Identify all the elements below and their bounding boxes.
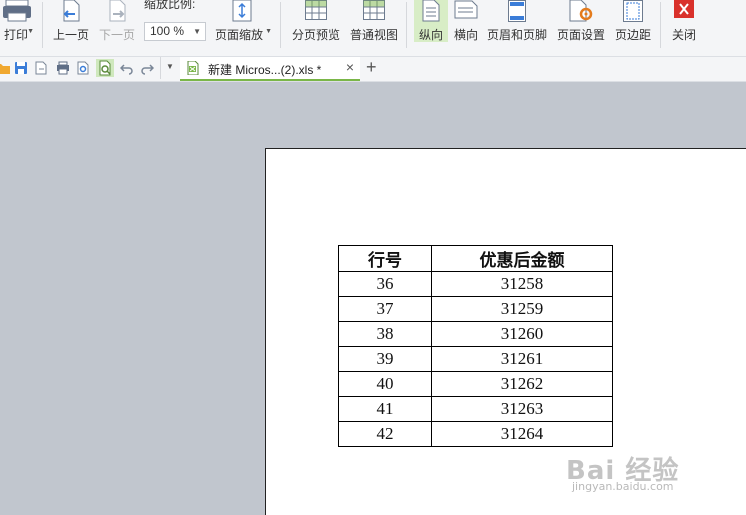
open-folder-icon[interactable] (0, 61, 10, 75)
header-footer-button[interactable]: 页眉和页脚 (486, 0, 548, 56)
amount-cell: 31261 (431, 346, 613, 372)
next-page-button[interactable]: 下一页 (96, 0, 138, 56)
document-tab-title: 新建 Micros...(2).xls * (208, 63, 322, 77)
page-down-icon (109, 0, 126, 22)
header-footer-label: 页眉和页脚 (486, 28, 547, 42)
row-number-cell: 37 (338, 296, 432, 322)
zoom-ratio-label: 缩放比例: (144, 0, 196, 11)
zoom-value: 100 % (150, 24, 185, 38)
portrait-label: 纵向 (418, 28, 443, 42)
amount-cell: 31263 (431, 396, 613, 422)
preview-magnifier-icon (99, 60, 111, 76)
table-row: 39 31261 (338, 346, 613, 372)
prev-page-button[interactable]: 上一页 (50, 0, 92, 56)
landscape-button[interactable]: 横向 (450, 0, 482, 56)
close-icon (674, 0, 694, 18)
amount-cell: 31260 (431, 321, 613, 347)
page-break-preview-label: 分页预览 (291, 28, 340, 42)
new-tab-icon[interactable]: + (366, 57, 377, 78)
chevron-down-icon: ▼ (193, 27, 201, 36)
portrait-button[interactable]: 纵向 (414, 0, 448, 42)
margins-label: 页边距 (614, 28, 651, 42)
print-preview-active-button[interactable] (96, 59, 114, 77)
amount-cell: 31264 (431, 421, 613, 447)
spreadsheet-file-icon (187, 61, 199, 75)
page-break-preview-button[interactable]: 分页预览 (290, 0, 342, 56)
chevron-down-icon: ▼ (27, 28, 34, 35)
table-row: 41 31263 (338, 396, 613, 422)
export-pdf-icon[interactable] (34, 61, 48, 75)
baidu-jingyan-watermark: Bai 经验 jingyan.baidu.com (566, 450, 679, 493)
page-setup-label: 页面设置 (556, 28, 605, 42)
page-zoom-icon (232, 0, 252, 22)
zoom-ratio-select[interactable]: 100 % ▼ (144, 22, 206, 41)
separator (660, 2, 661, 48)
undo-icon[interactable] (120, 61, 134, 75)
print-icon[interactable] (56, 61, 70, 75)
table-row: 40 31262 (338, 371, 613, 397)
table-header-row: 行号 优惠后金额 (338, 245, 613, 272)
print-preview-toolbar: 打印 ▼ 上一页 下一页 缩放比例: 100 % ▼ 页面缩放 ▼ 分页预览 普… (0, 0, 746, 57)
redo-icon[interactable] (140, 61, 154, 75)
separator (406, 2, 407, 48)
save-icon[interactable] (14, 61, 28, 75)
row-number-cell: 38 (338, 321, 432, 347)
watermark-url: jingyan.baidu.com (572, 480, 674, 493)
close-preview-button[interactable]: 关闭 (666, 0, 702, 56)
landscape-page-icon (454, 0, 478, 19)
margins-icon (623, 0, 643, 22)
row-number-cell: 36 (338, 271, 432, 297)
header-footer-icon (508, 0, 526, 22)
separator (42, 2, 43, 48)
page-setup-icon (569, 0, 593, 22)
close-label: 关闭 (671, 28, 696, 42)
print-button[interactable]: 打印 ▼ (0, 0, 36, 56)
table-row: 36 31258 (338, 271, 613, 297)
portrait-page-icon (422, 0, 440, 22)
separator (280, 2, 281, 48)
printer-icon (3, 0, 31, 22)
amount-cell: 31262 (431, 371, 613, 397)
next-page-label: 下一页 (98, 28, 135, 42)
column-header-discounted-amount: 优惠后金额 (431, 245, 613, 272)
row-number-cell: 40 (338, 371, 432, 397)
close-tab-icon[interactable]: × (346, 59, 354, 75)
margins-button[interactable]: 页边距 (612, 0, 654, 56)
document-tab[interactable]: 新建 Micros...(2).xls * × (180, 57, 360, 81)
chevron-down-icon: ▼ (265, 28, 272, 35)
data-table: 行号 优惠后金额 36 31258 37 31259 38 31260 39 3… (338, 245, 613, 447)
page-up-icon (63, 0, 80, 22)
row-number-cell: 39 (338, 346, 432, 372)
normal-view-button[interactable]: 普通视图 (348, 0, 400, 56)
column-header-row-number: 行号 (338, 245, 432, 272)
table-row: 42 31264 (338, 421, 613, 447)
landscape-label: 横向 (453, 28, 478, 42)
table-row: 37 31259 (338, 296, 613, 322)
document-tab-bar: ▼ 新建 Micros...(2).xls * × + (0, 57, 746, 82)
row-number-cell: 41 (338, 396, 432, 422)
normal-view-icon (363, 0, 385, 20)
amount-cell: 31258 (431, 271, 613, 297)
normal-view-label: 普通视图 (349, 28, 398, 42)
amount-cell: 31259 (431, 296, 613, 322)
page-zoom-button[interactable]: 页面缩放 ▼ (210, 0, 274, 56)
page-zoom-label: 页面缩放 (214, 28, 263, 42)
print-preview-icon[interactable] (76, 61, 90, 75)
customize-dropdown-icon[interactable]: ▼ (166, 62, 174, 71)
table-row: 38 31260 (338, 321, 613, 347)
row-number-cell: 42 (338, 421, 432, 447)
separator (160, 57, 161, 79)
prev-page-label: 上一页 (52, 28, 89, 42)
page-break-preview-icon (305, 0, 327, 20)
page-setup-button[interactable]: 页面设置 (554, 0, 608, 56)
